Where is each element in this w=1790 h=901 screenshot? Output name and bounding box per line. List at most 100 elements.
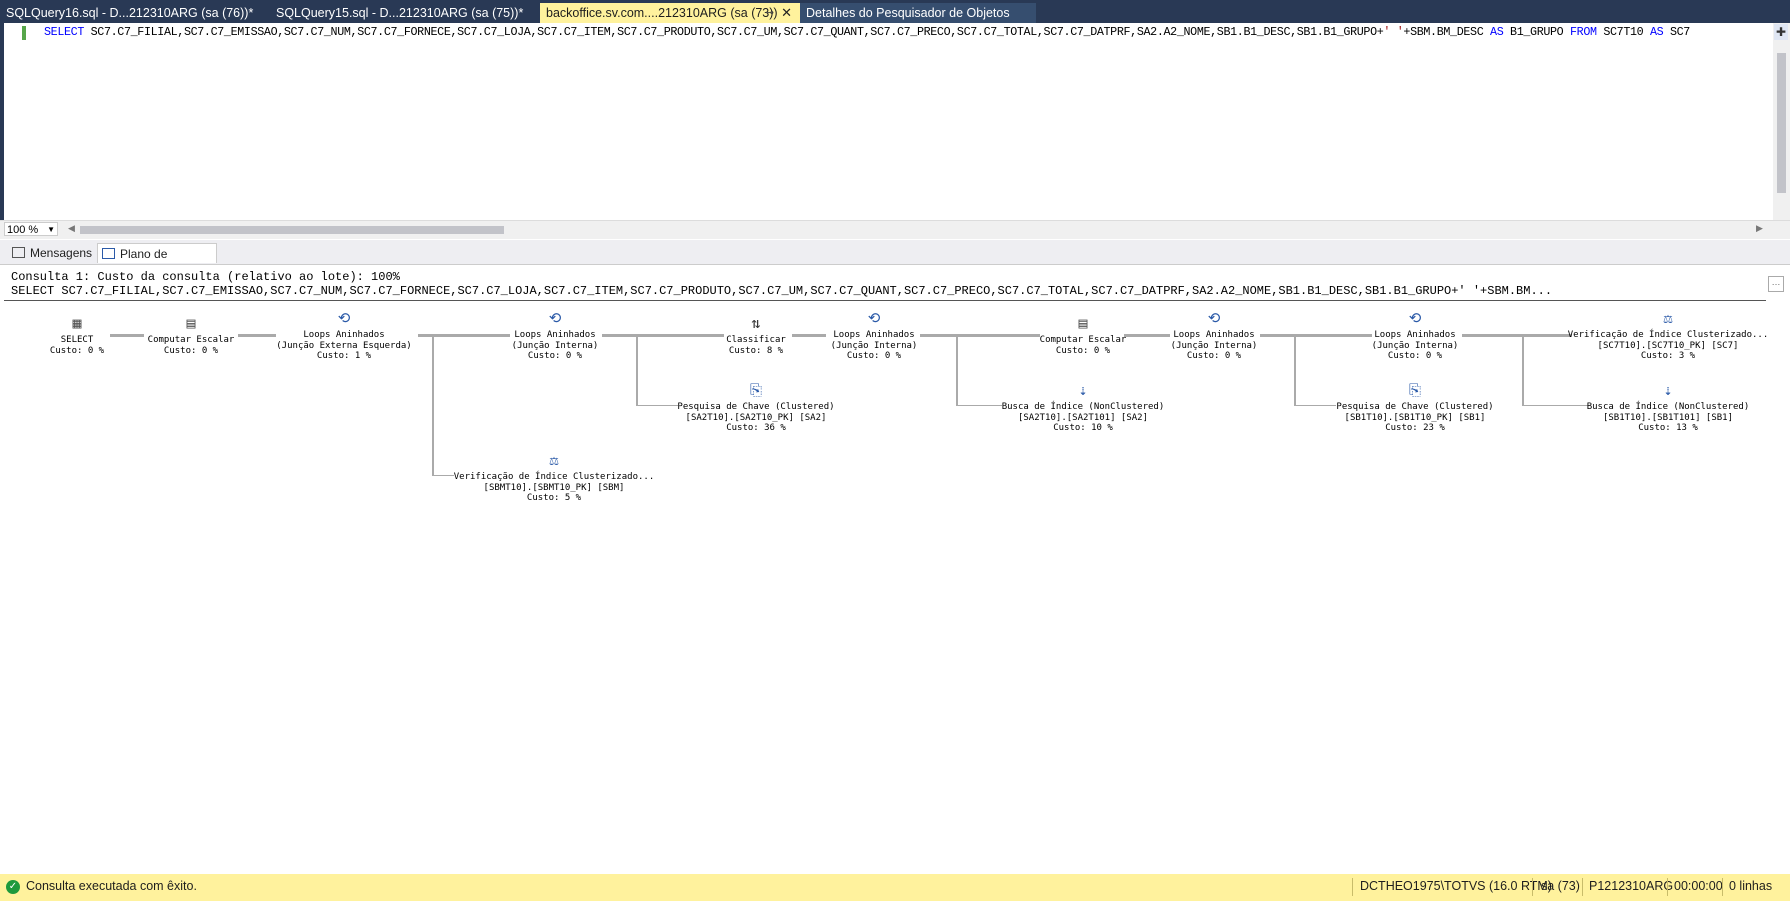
scroll-left-icon[interactable]: ◀ <box>68 223 75 234</box>
node-subtitle: (Junção Interna) <box>511 340 599 351</box>
plan-node-compute-scalar[interactable]: ▤ Computar Escalar Custo: 0 % <box>1040 313 1127 356</box>
node-title: SELECT <box>60 335 94 345</box>
tab-label: SQLQuery15.sql - D...212310ARG (sa (75))… <box>276 6 524 20</box>
plan-node-select[interactable]: ▦ SELECT Custo: 0 % <box>50 313 104 356</box>
nested-loops-icon: ⟲ <box>337 309 351 327</box>
plan-node-key-lookup[interactable]: ⎘ Pesquisa de Chave (Clustered) [SA2T10]… <box>677 380 834 434</box>
plan-node-nested-loops[interactable]: ⟲ Loops Aninhados (Junção Interna) Custo… <box>1372 308 1459 362</box>
plan-connector <box>920 334 1040 337</box>
plan-node-sort[interactable]: ⇅ Classificar Custo: 8 % <box>726 313 786 356</box>
plan-connector <box>1522 405 1590 406</box>
tab-sqlquery16[interactable]: SQLQuery16.sql - D...212310ARG (sa (76))… <box>0 3 270 23</box>
plan-connector <box>110 334 144 337</box>
node-title: Classificar <box>726 335 786 345</box>
status-row-count: 0 linhas <box>1729 879 1773 893</box>
close-icon[interactable]: ✕ <box>781 3 792 23</box>
nested-loops-icon: ⟲ <box>867 309 881 327</box>
node-title: Busca de Índice (NonClustered) <box>1586 402 1750 412</box>
node-cost: Custo: 3 % <box>1640 351 1696 361</box>
plan-node-nested-loops[interactable]: ⟲ Loops Aninhados (Junção Interna) Custo… <box>831 308 918 362</box>
node-subtitle: (Junção Interna) <box>1371 340 1459 351</box>
split-icon[interactable]: ✚ <box>1774 24 1788 40</box>
node-cost: Custo: 0 % <box>1055 345 1111 356</box>
tab-messages[interactable]: Mensagens <box>8 243 98 263</box>
clustered-index-scan-icon: ⚖ <box>549 451 559 469</box>
sql-string: ' ' <box>1383 25 1404 39</box>
check-icon: ✓ <box>6 880 20 894</box>
node-title: Pesquisa de Chave (Clustered) <box>677 402 835 412</box>
plan-node-compute-scalar[interactable]: ▤ Computar Escalar Custo: 0 % <box>148 313 235 356</box>
tab-label: backoffice.sv.com....212310ARG (sa (73)) <box>546 6 778 20</box>
plan-node-index-seek[interactable]: ⇣ Busca de Índice (NonClustered) [SB1T10… <box>1587 380 1750 434</box>
scroll-thumb[interactable] <box>1777 53 1786 193</box>
zoom-select[interactable]: 100 % ▼ <box>4 222 58 236</box>
plan-connector <box>238 334 276 337</box>
plan-connector <box>1522 334 1524 406</box>
plan-connector <box>792 334 826 337</box>
plan-node-nested-loops[interactable]: ⟲ Loops Aninhados (Junção Interna) Custo… <box>1171 308 1258 362</box>
node-cost: Custo: 23 % <box>1385 423 1445 433</box>
sql-editor[interactable]: SELECT SC7.C7_FILIAL,SC7.C7_EMISSAO,SC7.… <box>0 23 1790 220</box>
messages-icon <box>12 247 25 258</box>
tab-sqlquery15[interactable]: SQLQuery15.sql - D...212310ARG (sa (75))… <box>270 3 540 23</box>
plan-node-nested-loops[interactable]: ⟲ Loops Aninhados (Junção Externa Esquer… <box>276 308 411 362</box>
status-bar: ✓ Consulta executada com êxito. DCTHEO19… <box>0 874 1790 901</box>
sql-keyword: AS <box>1649 25 1664 39</box>
sql-line[interactable]: SELECT SC7.C7_FILIAL,SC7.C7_EMISSAO,SC7.… <box>44 25 1690 39</box>
status-divider <box>1667 878 1668 896</box>
editor-vertical-scrollbar[interactable] <box>1773 23 1790 220</box>
tab-label: Detalhes do Pesquisador de Objetos <box>806 6 1010 20</box>
status-user: sa (73) <box>1541 879 1580 893</box>
status-message: Consulta executada com êxito. <box>26 879 197 893</box>
status-elapsed-time: 00:00:00 <box>1674 879 1723 893</box>
node-title: Pesquisa de Chave (Clustered) <box>1336 402 1494 412</box>
index-seek-icon: ⇣ <box>1663 381 1673 399</box>
key-lookup-icon: ⎘ <box>1408 381 1421 399</box>
plan-connector <box>1124 334 1170 337</box>
node-subtitle: (Junção Externa Esquerda) <box>276 340 412 351</box>
key-lookup-icon: ⎘ <box>749 381 762 399</box>
pin-icon[interactable]: ⊸ <box>765 3 774 23</box>
node-cost: Custo: 0 % <box>1387 351 1443 361</box>
horizontal-scroll-thumb[interactable] <box>80 226 504 234</box>
plan-connector <box>636 405 678 406</box>
plan-node-nested-loops[interactable]: ⟲ Loops Aninhados (Junção Interna) Custo… <box>512 308 599 362</box>
status-server: DCTHEO1975\TOTVS (16.0 RTM) <box>1360 879 1552 893</box>
plan-connector <box>602 334 724 337</box>
sql-keyword: SELECT <box>44 25 84 39</box>
node-cost: Custo: 10 % <box>1053 423 1113 433</box>
collapse-icon[interactable]: … <box>1768 276 1784 292</box>
tab-execution-plan[interactable]: Plano de execução <box>97 243 217 281</box>
node-subtitle: [SB1T10].[SB1T10_PK] [SB1] <box>1344 412 1486 423</box>
tab-object-explorer-details[interactable]: Detalhes do Pesquisador de Objetos <box>800 3 1036 23</box>
node-subtitle: [SBMT10].[SBMT10_PK] [SBM] <box>483 482 625 493</box>
scroll-right-icon[interactable]: ▶ <box>1756 223 1763 234</box>
node-title: Verificação de Índice Clusterizado... <box>453 472 655 482</box>
editor-horizontal-bar: 100 % ▼ ◀ ▶ <box>0 220 1790 239</box>
status-divider <box>1722 878 1723 896</box>
plan-node-key-lookup[interactable]: ⎘ Pesquisa de Chave (Clustered) [SB1T10]… <box>1336 380 1493 434</box>
sort-icon: ⇅ <box>751 314 761 332</box>
plan-node-clustered-index-scan[interactable]: ⚖ Verificação de Índice Clusterizado... … <box>1568 308 1768 362</box>
plan-connector <box>1294 405 1336 406</box>
node-title: Verificação de Índice Clusterizado... <box>1567 330 1769 340</box>
status-divider <box>1532 878 1533 896</box>
node-cost: Custo: 5 % <box>526 493 582 503</box>
node-cost: Custo: 0 % <box>527 351 583 361</box>
node-title: Computar Escalar <box>1039 335 1127 345</box>
node-subtitle: [SA2T10].[SA2T101] [SA2] <box>1017 412 1149 423</box>
node-title: Loops Aninhados <box>1173 330 1255 340</box>
sql-text: SC7T10 <box>1596 25 1650 39</box>
plan-node-index-seek[interactable]: ⇣ Busca de Índice (NonClustered) [SA2T10… <box>1002 380 1165 434</box>
node-title: Loops Aninhados <box>303 330 385 340</box>
node-cost: Custo: 0 % <box>163 345 219 356</box>
node-subtitle: (Junção Interna) <box>1170 340 1258 351</box>
tab-backoffice[interactable]: backoffice.sv.com....212310ARG (sa (73))… <box>540 3 800 23</box>
plan-node-clustered-index-scan[interactable]: ⚖ Verificação de Índice Clusterizado... … <box>454 450 654 504</box>
node-title: Loops Aninhados <box>833 330 915 340</box>
node-title: Computar Escalar <box>147 335 235 345</box>
table-icon: ▦ <box>72 314 82 332</box>
sql-text: +SBM.BM_DESC <box>1403 25 1491 39</box>
node-subtitle: [SB1T10].[SB1T101] [SB1] <box>1602 412 1734 423</box>
node-cost: Custo: 0 % <box>1186 351 1242 361</box>
